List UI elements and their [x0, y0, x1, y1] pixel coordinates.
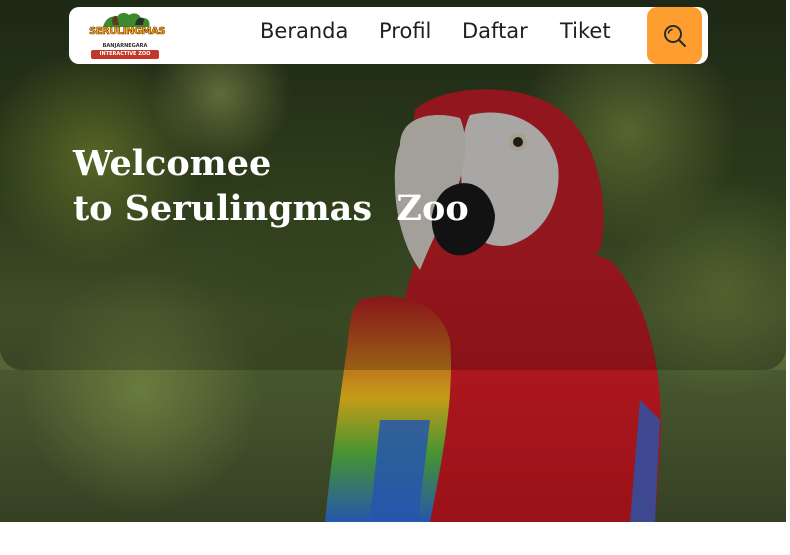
site-logo[interactable]: SERULINGMAS BANJARNEGARA INTERACTIVE ZOO: [89, 9, 166, 63]
hero-lower-overlay: [0, 370, 786, 522]
hero-headline: Welcomee to Serulingmas Zoo: [73, 141, 469, 231]
logo-subtitle: BANJARNEGARA: [102, 43, 148, 49]
nav-link-beranda[interactable]: Beranda: [260, 19, 348, 43]
top-navbar: SERULINGMAS BANJARNEGARA INTERACTIVE ZOO…: [69, 7, 708, 64]
headline-line-2: to Serulingmas Zoo: [73, 188, 469, 229]
search-icon: [664, 25, 687, 48]
nav-link-tiket[interactable]: Tiket: [560, 19, 611, 43]
logo-title: SERULINGMAS: [89, 26, 166, 38]
search-button[interactable]: [647, 7, 702, 64]
nav-link-profil[interactable]: Profil: [379, 19, 431, 43]
hero-section: Welcomee to Serulingmas Zoo: [0, 0, 786, 522]
nav-link-daftar[interactable]: Daftar: [462, 19, 528, 43]
logo-tagline: INTERACTIVE ZOO: [91, 50, 159, 59]
headline-line-1: Welcomee: [73, 143, 272, 184]
